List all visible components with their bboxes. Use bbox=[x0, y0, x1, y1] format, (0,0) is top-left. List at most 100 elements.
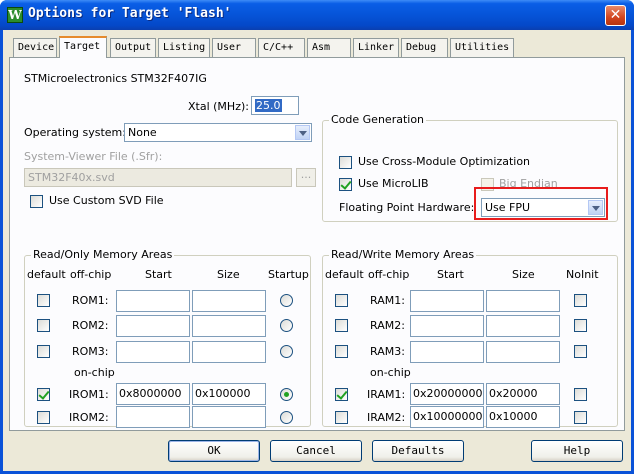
rom1-startup-radio[interactable] bbox=[280, 294, 293, 307]
readonly-memory-group: Read/Only Memory Areas default off-chip … bbox=[24, 248, 311, 428]
ram2-start-input[interactable] bbox=[410, 315, 484, 337]
rom2-size-input[interactable] bbox=[192, 315, 266, 337]
ro-header-default: default bbox=[27, 268, 66, 281]
ram3-noinit-checkbox[interactable] bbox=[574, 345, 587, 358]
ram3-start-input[interactable] bbox=[410, 341, 484, 363]
xtal-input[interactable]: 25.0 bbox=[251, 96, 299, 115]
defaults-button[interactable]: Defaults bbox=[372, 440, 464, 462]
chevron-down-icon[interactable] bbox=[295, 125, 310, 140]
iram2-size-input[interactable]: 0x10000 bbox=[486, 406, 560, 428]
os-label: Operating system: bbox=[24, 126, 126, 139]
irom2-startup-radio[interactable] bbox=[280, 411, 293, 424]
rom1-start-input[interactable] bbox=[116, 290, 190, 312]
sfr-label: System-Viewer File (.Sfr): bbox=[24, 150, 163, 163]
close-button[interactable]: ✕ bbox=[605, 5, 626, 26]
rw-onchip-label: on-chip bbox=[370, 366, 411, 379]
sfr-input: STM32F40x.svd bbox=[24, 168, 292, 187]
rom2-default-checkbox[interactable] bbox=[37, 319, 50, 332]
window-title: Options for Target 'Flash' bbox=[28, 6, 232, 21]
custom-svd-checkbox[interactable] bbox=[30, 195, 43, 208]
tab-utilities[interactable]: Utilities bbox=[450, 38, 514, 57]
fpu-label: Floating Point Hardware: bbox=[339, 201, 475, 214]
target-tab-panel: STMicroelectronics STM32F407IG Xtal (MHz… bbox=[9, 57, 625, 431]
readwrite-memory-group: Read/Write Memory Areas default off-chip… bbox=[322, 248, 618, 428]
readwrite-memory-title: Read/Write Memory Areas bbox=[329, 248, 477, 261]
iram2-default-checkbox[interactable] bbox=[335, 411, 348, 424]
help-button[interactable]: Help bbox=[531, 440, 623, 462]
tab-asm[interactable]: Asm bbox=[307, 38, 351, 57]
irom1-default-checkbox[interactable] bbox=[37, 388, 50, 401]
tab-target[interactable]: Target bbox=[59, 36, 107, 58]
irom1-label: IROM1: bbox=[69, 388, 109, 401]
cancel-button[interactable]: Cancel bbox=[270, 440, 362, 462]
ro-onchip-label: on-chip bbox=[74, 366, 115, 379]
irom2-start-input[interactable] bbox=[116, 406, 190, 428]
ro-header-start: Start bbox=[145, 268, 172, 281]
irom2-size-input[interactable] bbox=[192, 406, 266, 428]
ram2-default-checkbox[interactable] bbox=[335, 319, 348, 332]
ram2-noinit-checkbox[interactable] bbox=[574, 319, 587, 332]
rom1-default-checkbox[interactable] bbox=[37, 294, 50, 307]
ram1-noinit-checkbox[interactable] bbox=[574, 294, 587, 307]
cross-module-checkbox[interactable] bbox=[339, 156, 352, 169]
ram1-size-input[interactable] bbox=[486, 290, 560, 312]
tab-c-cpp[interactable]: C/C++ bbox=[258, 38, 305, 57]
irom1-size-input[interactable]: 0x100000 bbox=[192, 383, 266, 405]
tab-linker[interactable]: Linker bbox=[353, 38, 399, 57]
iram2-label: IRAM2: bbox=[367, 411, 406, 424]
iram1-start-input[interactable]: 0x20000000 bbox=[410, 383, 484, 405]
rom3-default-checkbox[interactable] bbox=[37, 345, 50, 358]
rom2-startup-radio[interactable] bbox=[280, 319, 293, 332]
rom3-label: ROM3: bbox=[72, 345, 109, 358]
ram2-label: RAM2: bbox=[370, 319, 405, 332]
irom1-startup-radio[interactable] bbox=[280, 388, 293, 401]
tab-user[interactable]: User bbox=[212, 38, 256, 57]
ram1-label: RAM1: bbox=[370, 294, 405, 307]
rom2-label: ROM2: bbox=[72, 319, 109, 332]
irom1-start-input[interactable]: 0x8000000 bbox=[116, 383, 190, 405]
ram3-label: RAM3: bbox=[370, 345, 405, 358]
ram1-default-checkbox[interactable] bbox=[335, 294, 348, 307]
rw-header-start: Start bbox=[437, 268, 464, 281]
iram2-noinit-checkbox[interactable] bbox=[574, 411, 587, 424]
tab-debug[interactable]: Debug bbox=[401, 38, 448, 57]
microlib-checkbox[interactable] bbox=[339, 178, 352, 191]
rom3-start-input[interactable] bbox=[116, 341, 190, 363]
iram1-noinit-checkbox[interactable] bbox=[574, 388, 587, 401]
os-select-value: None bbox=[128, 126, 157, 139]
tab-output[interactable]: Output bbox=[110, 38, 156, 57]
xtal-label: Xtal (MHz): bbox=[188, 100, 249, 113]
code-generation-title: Code Generation bbox=[329, 113, 427, 126]
iram1-label: IRAM1: bbox=[367, 388, 406, 401]
rw-header-offchip: off-chip bbox=[368, 268, 410, 281]
iram1-default-checkbox[interactable] bbox=[335, 388, 348, 401]
ro-header-startup: Startup bbox=[268, 268, 309, 281]
close-icon: ✕ bbox=[609, 7, 622, 23]
ram3-size-input[interactable] bbox=[486, 341, 560, 363]
custom-svd-label: Use Custom SVD File bbox=[49, 194, 164, 207]
iram1-size-input[interactable]: 0x20000 bbox=[486, 383, 560, 405]
app-icon: W bbox=[7, 7, 23, 23]
device-name: STMicroelectronics STM32F407IG bbox=[24, 72, 207, 85]
rom3-startup-radio[interactable] bbox=[280, 345, 293, 358]
cross-module-label: Use Cross-Module Optimization bbox=[358, 155, 531, 168]
ram3-default-checkbox[interactable] bbox=[335, 345, 348, 358]
rom2-start-input[interactable] bbox=[116, 315, 190, 337]
iram2-start-input[interactable]: 0x10000000 bbox=[410, 406, 484, 428]
irom2-default-checkbox[interactable] bbox=[37, 411, 50, 424]
readonly-memory-title: Read/Only Memory Areas bbox=[31, 248, 175, 261]
rom1-size-input[interactable] bbox=[192, 290, 266, 312]
ram2-size-input[interactable] bbox=[486, 315, 560, 337]
fpu-highlight-box bbox=[474, 187, 608, 220]
rw-header-size: Size bbox=[512, 268, 535, 281]
tab-listing[interactable]: Listing bbox=[158, 38, 210, 57]
tab-device[interactable]: Device bbox=[13, 38, 57, 57]
sfr-browse-button: ... bbox=[296, 168, 316, 187]
ok-button[interactable]: OK bbox=[168, 440, 260, 462]
title-bar[interactable]: W Options for Target 'Flash' ✕ bbox=[0, 0, 634, 30]
os-select[interactable]: None bbox=[124, 123, 312, 142]
ram1-start-input[interactable] bbox=[410, 290, 484, 312]
ro-header-size: Size bbox=[217, 268, 240, 281]
rom3-size-input[interactable] bbox=[192, 341, 266, 363]
rw-header-noinit: NoInit bbox=[566, 268, 599, 281]
